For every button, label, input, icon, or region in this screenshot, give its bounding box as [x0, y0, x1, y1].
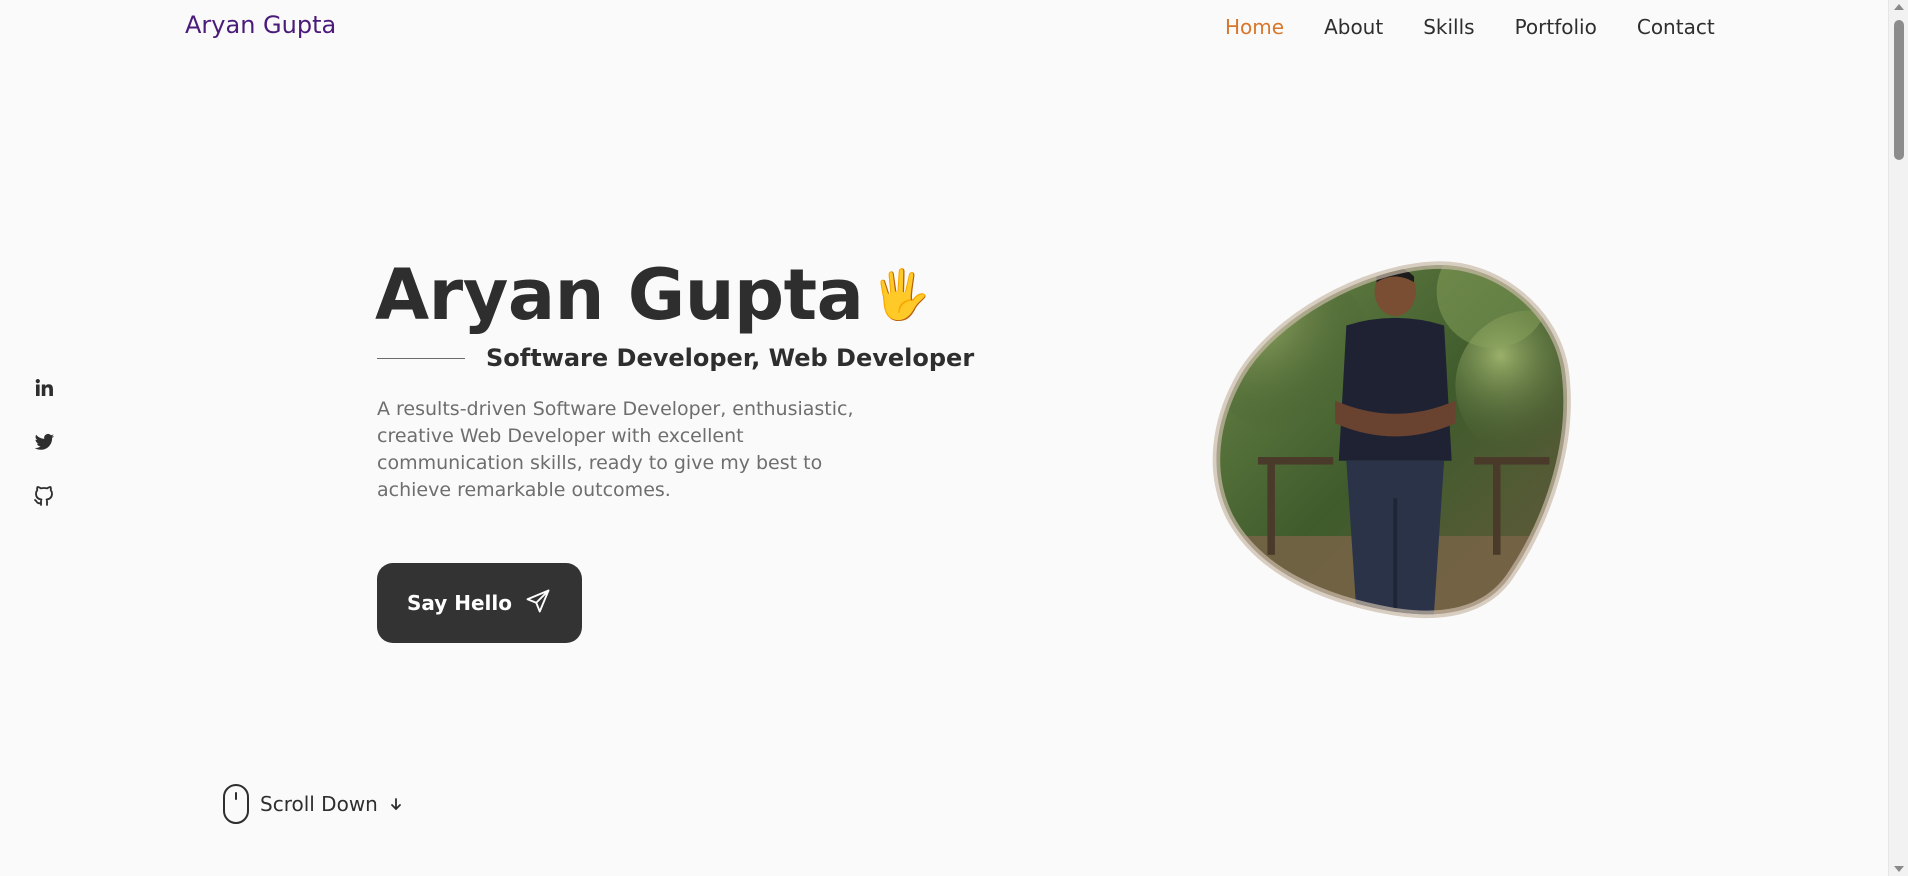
subtitle-row: Software Developer, Web Developer [377, 344, 974, 372]
nav-home[interactable]: Home [1225, 14, 1284, 40]
social-links [32, 376, 56, 508]
say-hello-button[interactable]: Say Hello [377, 563, 582, 643]
scroll-down-link[interactable]: Scroll Down [222, 783, 404, 825]
subtitle-divider [377, 357, 465, 359]
scroll-down-arrow-icon[interactable] [1894, 866, 1904, 872]
github-icon[interactable] [32, 484, 56, 508]
mouse-icon [222, 783, 250, 825]
profile-photo [1211, 254, 1587, 630]
nav-skills[interactable]: Skills [1423, 14, 1474, 40]
nav-contact[interactable]: Contact [1637, 14, 1715, 40]
page-scrollbar[interactable] [1888, 0, 1908, 876]
wave-emoji-icon: 🖐 [871, 267, 931, 323]
brand-logo[interactable]: Aryan Gupta [185, 11, 336, 39]
arrow-down-icon [388, 796, 404, 812]
scroll-up-arrow-icon[interactable] [1894, 4, 1904, 10]
twitter-icon[interactable] [32, 430, 56, 454]
hero-name: Aryan Gupta [375, 254, 864, 336]
say-hello-label: Say Hello [406, 591, 513, 615]
linkedin-icon[interactable] [32, 376, 56, 400]
hero-title: Aryan Gupta 🖐 [375, 254, 931, 336]
nav-portfolio[interactable]: Portfolio [1515, 14, 1597, 40]
nav-about[interactable]: About [1324, 14, 1383, 40]
hero-description: A results-driven Software Developer, ent… [377, 398, 854, 501]
send-icon [524, 587, 552, 620]
scroll-down-label: Scroll Down [260, 792, 378, 816]
hero-subtitle: Software Developer, Web Developer [486, 344, 975, 372]
main-nav: Home About Skills Portfolio Contact [1225, 14, 1715, 40]
page: Aryan Gupta Home About Skills Portfolio … [0, 0, 1888, 876]
scrollbar-thumb[interactable] [1894, 20, 1904, 160]
